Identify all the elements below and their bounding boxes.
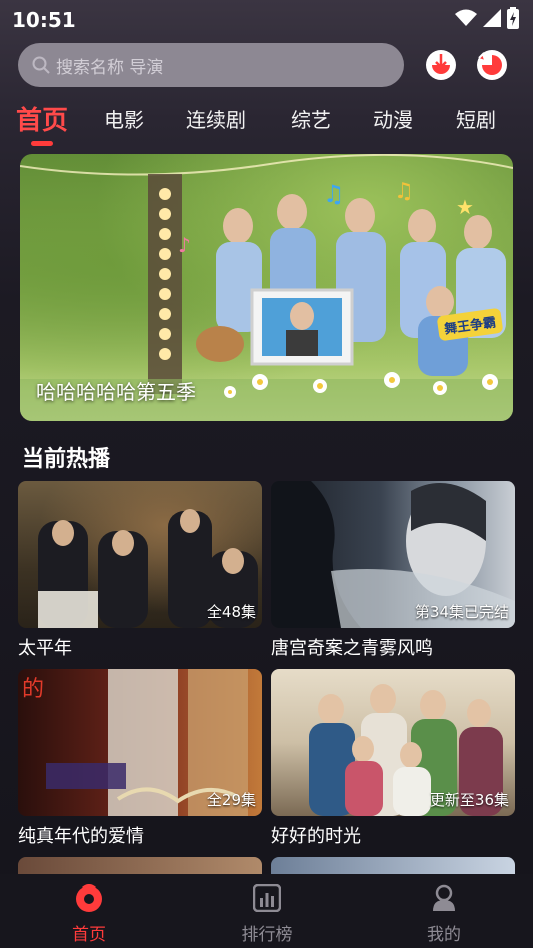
nav-profile[interactable]: 我的 — [384, 884, 504, 945]
nav-ranking[interactable]: 排行榜 — [207, 883, 327, 945]
svg-text:♫: ♫ — [323, 180, 345, 208]
search-row: 搜索名称 导演 — [18, 43, 518, 87]
featured-banner[interactable]: ♫ ♫ ♪ ★ 舞王争霸 哈哈哈哈哈第五季 — [20, 154, 513, 421]
nav-home[interactable]: 首页 — [29, 884, 149, 945]
battery-icon — [507, 7, 519, 29]
tab-anime[interactable]: 动漫 — [373, 104, 413, 133]
banner-badge-text: 舞王争霸 — [443, 315, 498, 338]
poster: 更新至36集 — [271, 669, 515, 816]
download-icon — [426, 50, 456, 80]
home-icon — [76, 884, 102, 912]
svg-text:★: ★ — [456, 195, 474, 219]
bottom-nav: 首页 排行榜 我的 — [0, 874, 533, 948]
video-card[interactable]: 全48集 太平年 — [18, 481, 262, 659]
episode-badge: 第34集已完结 — [414, 603, 509, 621]
card-title: 太平年 — [18, 638, 72, 659]
svg-text:♫: ♫ — [394, 179, 414, 204]
wifi-icon — [455, 9, 477, 26]
tab-indicator — [31, 141, 53, 146]
tab-short-drama[interactable]: 短剧 — [456, 104, 496, 133]
nav-profile-label: 我的 — [427, 925, 461, 945]
poster: 的 全29集 — [18, 669, 262, 816]
card-title: 唐宫奇案之青雾风鸣 — [271, 638, 433, 659]
video-card[interactable]: 更新至36集 好好的时光 — [271, 669, 515, 847]
nav-home-label: 首页 — [72, 925, 106, 945]
nav-ranking-label: 排行榜 — [241, 925, 293, 945]
poster: 第34集已完结 — [271, 481, 515, 628]
card-title: 好好的时光 — [271, 826, 361, 847]
profile-icon — [433, 884, 455, 911]
category-tabs: 首页 电影 连续剧 综艺 动漫 短剧 — [0, 100, 533, 150]
episode-badge: 全29集 — [206, 791, 256, 809]
tab-home[interactable]: 首页 — [16, 100, 68, 137]
search-icon — [32, 56, 50, 74]
ranking-icon — [252, 883, 282, 913]
card-title: 纯真年代的爱情 — [18, 826, 144, 847]
video-card[interactable]: 的 全29集 纯真年代的爱情 — [18, 669, 262, 847]
search-placeholder: 搜索名称 导演 — [56, 57, 164, 78]
poster-text: 的 — [22, 677, 45, 702]
tab-movie[interactable]: 电影 — [104, 104, 144, 133]
tab-series[interactable]: 连续剧 — [186, 104, 246, 133]
section-title: 当前热播 — [22, 447, 111, 472]
download-button[interactable] — [424, 48, 458, 82]
status-time: 10:51 — [12, 8, 76, 32]
history-icon — [477, 50, 507, 80]
status-icons — [455, 7, 519, 29]
svg-text:♪: ♪ — [178, 233, 191, 257]
episode-badge: 更新至36集 — [429, 791, 509, 809]
poster: 全48集 — [18, 481, 262, 628]
episode-badge: 全48集 — [206, 603, 256, 621]
search-input[interactable]: 搜索名称 导演 — [18, 43, 404, 87]
status-bar: 10:51 — [0, 0, 533, 36]
signal-icon — [483, 9, 501, 27]
tab-variety[interactable]: 综艺 — [291, 104, 331, 133]
history-button[interactable] — [475, 48, 509, 82]
banner-title: 哈哈哈哈哈第五季 — [36, 380, 196, 404]
video-card[interactable]: 第34集已完结 唐宫奇案之青雾风鸣 — [271, 481, 515, 659]
